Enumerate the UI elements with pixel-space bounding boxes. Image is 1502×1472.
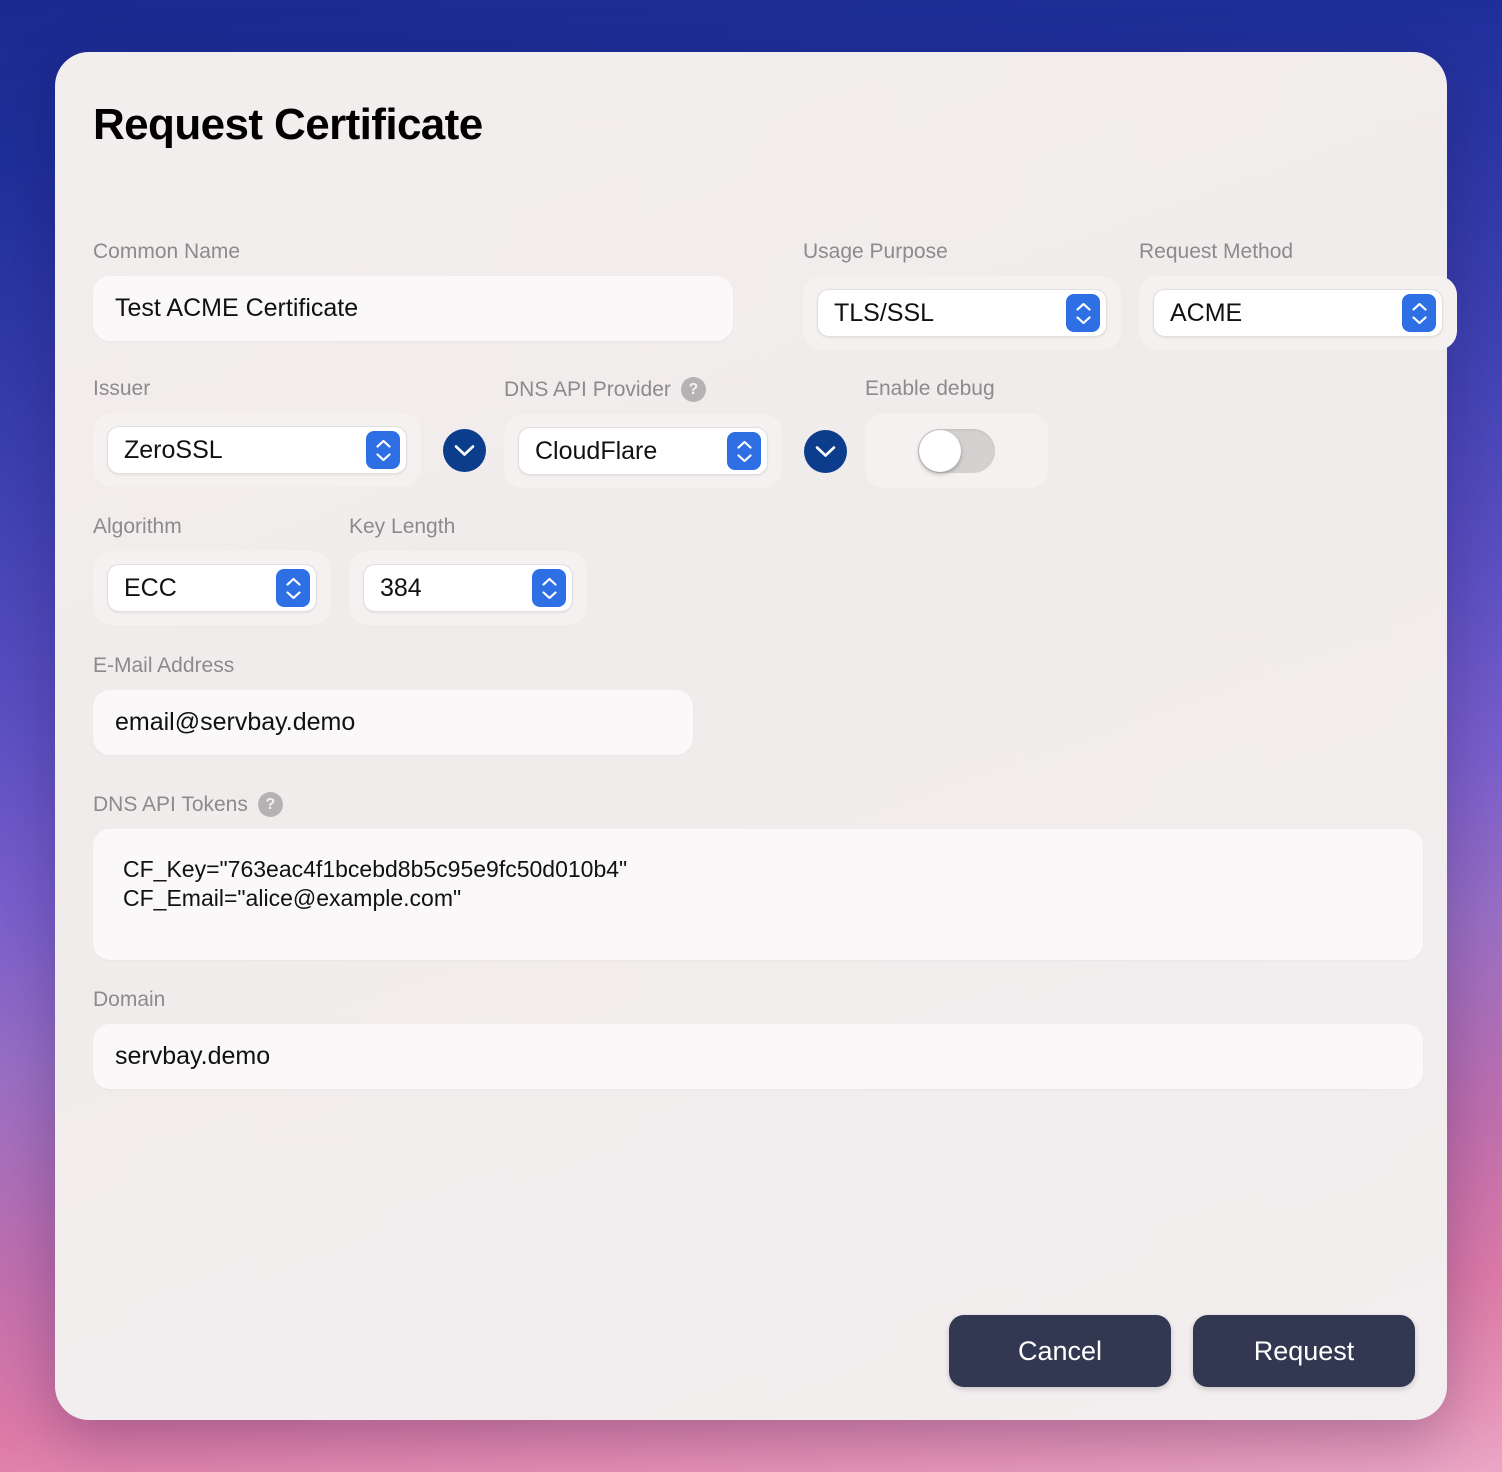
algorithm-label: Algorithm	[93, 515, 182, 538]
usage-purpose-select[interactable]: TLS/SSL	[817, 289, 1107, 337]
domain-input[interactable]: servbay.demo	[93, 1024, 1423, 1089]
request-button[interactable]: Request	[1193, 1315, 1415, 1387]
field-usage-purpose: Usage Purpose TLS/SSL	[803, 240, 1121, 350]
algorithm-value: ECC	[124, 573, 177, 602]
key-length-label: Key Length	[349, 515, 456, 538]
field-domain: Domain servbay.demo	[93, 988, 1423, 1089]
page-title: Request Certificate	[93, 100, 483, 149]
field-dns-api-provider: DNS API Provider ? CloudFlare	[504, 377, 847, 488]
key-length-select-wrap: 384	[349, 551, 587, 625]
common-name-input[interactable]: Test ACME Certificate	[93, 276, 733, 341]
stepper-updown-icon[interactable]	[1402, 294, 1436, 332]
issuer-chevron-down-icon[interactable]	[443, 428, 486, 472]
algorithm-select-wrap: ECC	[93, 551, 331, 625]
issuer-label: Issuer	[93, 377, 151, 400]
dns-api-provider-select-wrap: CloudFlare	[504, 414, 782, 488]
algorithm-select[interactable]: ECC	[107, 564, 317, 612]
request-method-select-wrap: ACME	[1139, 276, 1457, 350]
stepper-updown-icon[interactable]	[727, 432, 761, 470]
dns-api-provider-chevron-down-icon[interactable]	[804, 429, 847, 473]
request-method-value: ACME	[1170, 298, 1243, 327]
issuer-value: ZeroSSL	[124, 435, 223, 464]
stepper-updown-icon[interactable]	[532, 569, 566, 607]
usage-purpose-label: Usage Purpose	[803, 240, 948, 263]
email-address-input[interactable]: email@servbay.demo	[93, 690, 693, 755]
dns-api-provider-value: CloudFlare	[535, 436, 658, 465]
enable-debug-label: Enable debug	[865, 377, 995, 400]
issuer-select-wrap: ZeroSSL	[93, 413, 421, 487]
usage-purpose-select-wrap: TLS/SSL	[803, 276, 1121, 350]
field-key-length: Key Length 384	[349, 515, 587, 625]
stepper-updown-icon[interactable]	[276, 569, 310, 607]
toggle-knob	[919, 429, 961, 472]
stepper-updown-icon[interactable]	[1066, 294, 1100, 332]
field-dns-api-tokens: DNS API Tokens ? CF_Key="763eac4f1bcebd8…	[93, 792, 1423, 960]
dns-api-provider-label-text: DNS API Provider	[504, 377, 671, 401]
field-request-method: Request Method ACME	[1139, 240, 1457, 350]
dialog-footer: Cancel Request	[949, 1315, 1415, 1387]
email-address-label: E-Mail Address	[93, 654, 235, 677]
stepper-updown-icon[interactable]	[366, 431, 400, 469]
request-method-select[interactable]: ACME	[1153, 289, 1443, 337]
field-enable-debug: Enable debug	[865, 377, 1048, 488]
dns-api-provider-select[interactable]: CloudFlare	[518, 427, 768, 475]
key-length-select[interactable]: 384	[363, 564, 573, 612]
dns-api-tokens-label: DNS API Tokens ?	[93, 792, 1423, 817]
dns-api-tokens-label-text: DNS API Tokens	[93, 792, 248, 816]
field-issuer: Issuer ZeroSSL	[93, 377, 486, 487]
field-common-name: Common Name Test ACME Certificate	[93, 240, 733, 341]
request-certificate-dialog: Request Certificate Common Name Test ACM…	[55, 52, 1457, 1420]
enable-debug-toggle-wrap	[865, 413, 1048, 488]
field-algorithm: Algorithm ECC	[93, 515, 331, 625]
cancel-button[interactable]: Cancel	[949, 1315, 1171, 1387]
domain-label: Domain	[93, 988, 166, 1011]
help-icon[interactable]: ?	[680, 377, 706, 402]
issuer-select[interactable]: ZeroSSL	[107, 426, 407, 474]
dns-api-provider-label: DNS API Provider ?	[504, 377, 847, 402]
dns-api-tokens-textarea[interactable]: CF_Key="763eac4f1bcebd8b5c95e9fc50d010b4…	[93, 829, 1423, 960]
enable-debug-toggle[interactable]	[918, 428, 995, 473]
usage-purpose-value: TLS/SSL	[834, 298, 935, 327]
help-icon[interactable]: ?	[257, 792, 283, 817]
request-method-label: Request Method	[1139, 240, 1294, 263]
field-email-address: E-Mail Address email@servbay.demo	[93, 654, 693, 755]
common-name-label: Common Name	[93, 240, 241, 263]
key-length-value: 384	[380, 573, 422, 602]
